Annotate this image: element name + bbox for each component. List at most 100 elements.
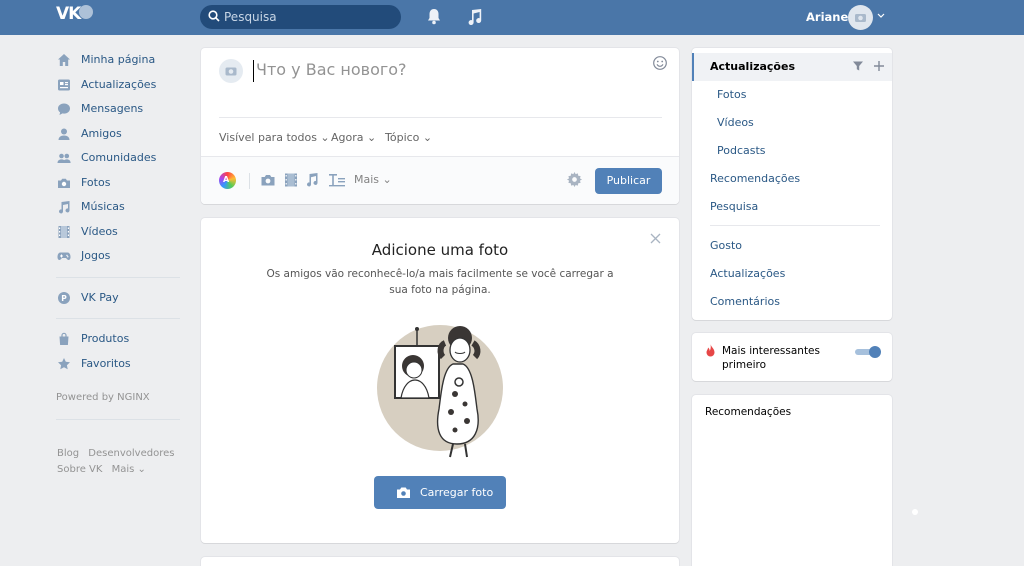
post-composer: Что у Вас нового? Visível para todos ⌄ A… xyxy=(201,48,679,204)
publish-button[interactable]: Publicar xyxy=(595,168,662,194)
camera-icon xyxy=(855,14,866,22)
search-icon xyxy=(208,10,220,22)
friends-icon xyxy=(58,128,70,140)
vk-logo[interactable]: VK xyxy=(56,4,94,26)
topic-label: Tópico xyxy=(385,131,420,144)
messages-icon xyxy=(58,103,70,115)
nav-item-actualizacoes[interactable]: Actualizações xyxy=(56,73,191,98)
filter-label: Pesquisa xyxy=(710,200,759,213)
divider xyxy=(219,117,662,118)
color-background-icon[interactable]: A xyxy=(219,172,236,189)
nav-label: Fotos xyxy=(81,175,111,189)
video-icon[interactable] xyxy=(284,172,298,188)
interesting-first-card: Mais interessantes primeiro xyxy=(692,333,892,381)
news-filter-menu: Actualizações Fotos Vídeos Podcasts Reco… xyxy=(692,48,892,320)
nav-item-minha-pagina[interactable]: Minha página xyxy=(56,48,191,73)
music-note-icon[interactable] xyxy=(467,8,482,25)
nav-label: Minha página xyxy=(81,53,156,66)
nav-item-vkpay[interactable]: P VK Pay xyxy=(56,286,191,311)
nav-divider xyxy=(56,318,180,319)
filter-item-podcasts[interactable]: Podcasts xyxy=(692,137,892,165)
communities-icon xyxy=(57,153,71,163)
filter-item-videos[interactable]: Vídeos xyxy=(692,109,892,137)
time-label: Agora xyxy=(331,131,364,144)
footer-link-more[interactable]: Mais ⌄ xyxy=(112,464,146,475)
filter-icon[interactable] xyxy=(852,60,864,72)
footer-more-label: Mais xyxy=(111,464,135,475)
nav-item-musicas[interactable]: Músicas xyxy=(56,195,191,220)
avatar xyxy=(848,5,873,30)
visibility-label: Visível para todos xyxy=(219,131,317,144)
photo-icon[interactable] xyxy=(260,172,276,188)
footer-link-blog[interactable]: Blog xyxy=(57,448,79,459)
post-input[interactable]: Что у Вас нового? xyxy=(253,60,407,82)
profile-photo-illustration xyxy=(377,325,503,458)
filter-item-fotos[interactable]: Fotos xyxy=(692,81,892,109)
filter-label: Fotos xyxy=(717,88,747,101)
text-format-icon[interactable] xyxy=(328,172,346,188)
add-photo-card: Adicione uma foto Os amigos vão reconhec… xyxy=(201,218,679,543)
nav-divider xyxy=(56,419,180,420)
fire-icon xyxy=(706,344,715,357)
filter-label: Comentários xyxy=(710,295,780,308)
footer-link-devs[interactable]: Desenvolvedores xyxy=(88,448,174,459)
music-icon[interactable] xyxy=(305,172,319,188)
nav-item-jogos[interactable]: Jogos xyxy=(56,244,191,269)
filter-label: Actualizações xyxy=(710,267,786,280)
nav-label: VK Pay xyxy=(81,290,119,304)
footer-link-about[interactable]: Sobre VK xyxy=(57,464,102,475)
interesting-first-toggle[interactable] xyxy=(855,346,881,358)
divider xyxy=(710,225,880,226)
filter-item-recomendacoes[interactable]: Recomendações xyxy=(692,165,892,193)
emoji-icon[interactable] xyxy=(652,55,668,71)
toggle-label: Mais interessantes primeiro xyxy=(722,345,820,371)
nav-item-videos[interactable]: Vídeos xyxy=(56,220,191,245)
music-icon xyxy=(59,201,70,214)
search-input[interactable] xyxy=(224,7,394,27)
nav-item-produtos[interactable]: Produtos xyxy=(56,327,191,352)
nav-item-mensagens[interactable]: Mensagens xyxy=(56,97,191,122)
home-icon xyxy=(58,54,70,66)
upload-photo-button[interactable]: Carregar foto xyxy=(374,476,506,509)
toggle-knob xyxy=(869,346,881,358)
nav-label: Jogos xyxy=(81,249,111,262)
topic-dropdown[interactable]: Tópico ⌄ xyxy=(385,131,432,144)
upload-button-label: Carregar foto xyxy=(420,486,494,499)
nav-label: Músicas xyxy=(81,200,125,213)
avatar xyxy=(219,59,243,83)
filter-item-actualizacoes-2[interactable]: Actualizações xyxy=(692,260,892,288)
bag-icon xyxy=(59,332,69,345)
nav-label: Favoritos xyxy=(81,356,131,370)
logo-text: VK xyxy=(56,4,81,24)
add-photo-title: Adicione uma foto xyxy=(371,241,509,259)
gear-icon[interactable] xyxy=(567,172,582,187)
decorative-dot xyxy=(912,509,918,515)
camera-icon xyxy=(397,487,410,498)
user-name: Ariane xyxy=(806,10,849,24)
nav-label: Vídeos xyxy=(81,224,118,238)
nav-item-comunidades[interactable]: Comunidades xyxy=(56,146,191,171)
filter-item-pesquisa[interactable]: Pesquisa xyxy=(692,193,892,221)
nav-item-fotos[interactable]: Fotos xyxy=(56,171,191,196)
filter-item-comentarios[interactable]: Comentários xyxy=(692,288,892,316)
more-attachments-dropdown[interactable]: Mais ⌄ xyxy=(354,173,392,186)
nav-label: Actualizações xyxy=(81,77,157,91)
recommendations-title: Recomendações xyxy=(705,406,792,418)
nav-label: Amigos xyxy=(81,126,122,140)
camera-icon xyxy=(225,67,237,76)
time-dropdown[interactable]: Agora ⌄ xyxy=(331,131,376,144)
left-nav: Minha página Actualizações Mensagens Ami… xyxy=(56,48,191,428)
divider xyxy=(249,173,250,189)
search-box[interactable] xyxy=(200,5,401,29)
filter-item-gosto[interactable]: Gosto xyxy=(692,232,892,260)
filter-item-actualizacoes[interactable]: Actualizações xyxy=(692,53,892,81)
powered-by: Powered by NGINX xyxy=(56,392,150,403)
nav-item-favoritos[interactable]: Favoritos xyxy=(56,352,191,377)
feed-card-next xyxy=(201,557,679,566)
nav-item-amigos[interactable]: Amigos xyxy=(56,122,191,147)
bell-icon[interactable] xyxy=(426,8,442,25)
filter-label: Recomendações xyxy=(710,172,801,185)
plus-icon[interactable] xyxy=(873,60,885,72)
filter-label: Gosto xyxy=(710,239,743,252)
visibility-dropdown[interactable]: Visível para todos ⌄ xyxy=(219,131,330,144)
